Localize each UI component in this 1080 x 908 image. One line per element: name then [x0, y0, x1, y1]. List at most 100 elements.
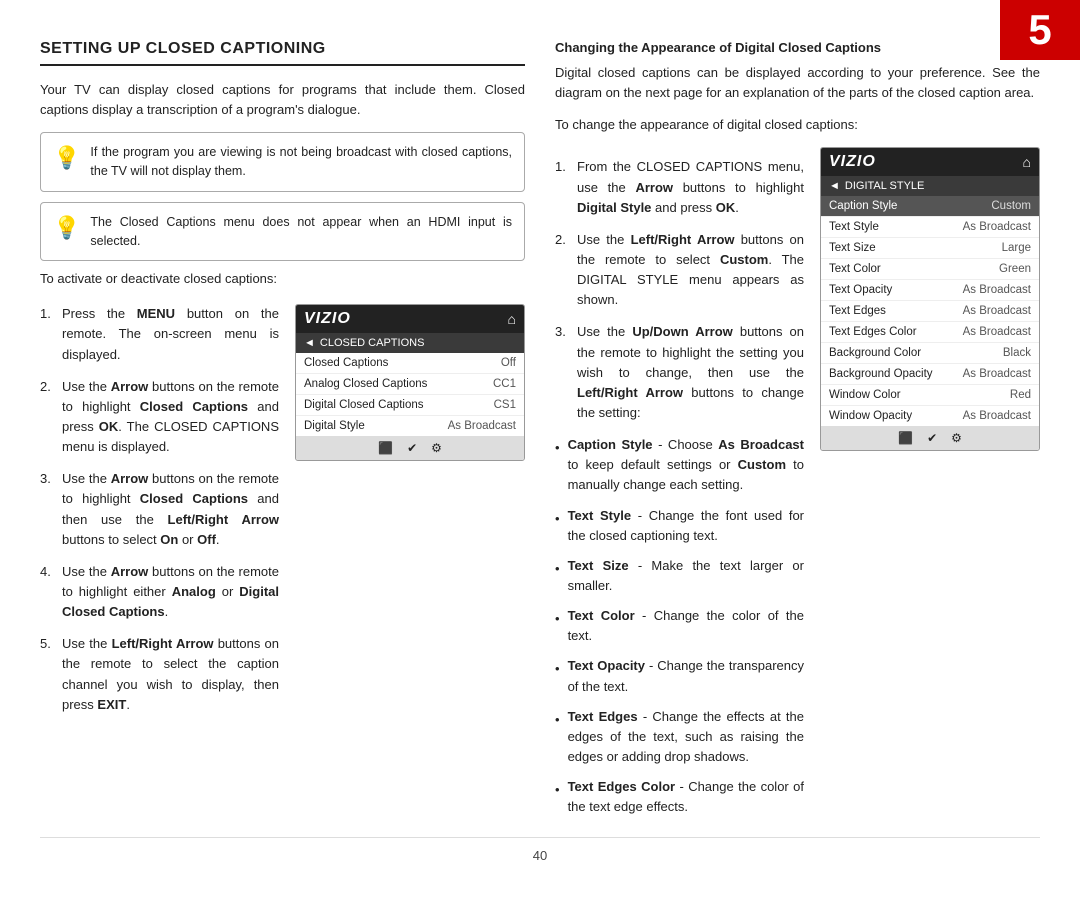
footer-page-number: 40 [533, 848, 547, 863]
lightbulb-icon: 💡 [53, 145, 80, 171]
bullet-dot: • [555, 710, 560, 767]
menu-row-value: Green [999, 263, 1031, 275]
step-number: 5. [40, 634, 54, 715]
menu-row-value: Black [1003, 347, 1031, 359]
menu-row: Caption Style Custom [821, 196, 1039, 217]
menu-row-label: Text Edges [829, 305, 886, 317]
step-text: Use the Left/Right Arrow buttons on the … [577, 230, 804, 311]
menu-footer-right: ⬛ ✔ ⚙ [821, 426, 1039, 450]
menu-row-value: Custom [991, 200, 1031, 212]
menu-row: Window Color Red [821, 385, 1039, 406]
menu-row-value: As Broadcast [963, 305, 1031, 317]
menu-row: Window Opacity As Broadcast [821, 406, 1039, 426]
menu-row: Text Edges Color As Broadcast [821, 322, 1039, 343]
menu-row-label: Window Color [829, 389, 901, 401]
footer-icon-2: ✔ [407, 441, 417, 455]
digital-nav-arrow: ◄ [829, 180, 840, 192]
menu-row-value: As Broadcast [963, 410, 1031, 422]
right-steps-ol: 1.From the CLOSED CAPTIONS menu, use the… [555, 157, 804, 423]
menu-row-label: Digital Style [304, 420, 365, 432]
digital-intro2: To change the appearance of digital clos… [555, 115, 1040, 135]
bullet-dot: • [555, 609, 560, 646]
list-item: 2.Use the Arrow buttons on the remote to… [40, 377, 279, 458]
left-menu-container: VIZIO ⌂ ◄ CLOSED CAPTIONS Closed Caption… [295, 294, 525, 471]
digital-vizio-logo: VIZIO [829, 153, 876, 171]
step-number: 2. [40, 377, 54, 458]
list-item: 4.Use the Arrow buttons on the remote to… [40, 562, 279, 622]
list-item: •Caption Style - Choose As Broadcast to … [555, 435, 804, 495]
menu-row-value: Red [1010, 389, 1031, 401]
tip-box-2: 💡 The Closed Captions menu does not appe… [40, 202, 525, 262]
closed-captions-menu: VIZIO ⌂ ◄ CLOSED CAPTIONS Closed Caption… [295, 304, 525, 461]
menu-row-label: Closed Captions [304, 357, 388, 369]
list-item: •Text Edges Color - Change the color of … [555, 777, 804, 817]
menu-row-label: Digital Closed Captions [304, 399, 424, 411]
bullet-text: Text Edges - Change the effects at the e… [568, 707, 804, 767]
list-item: •Text Style - Change the font used for t… [555, 506, 804, 546]
menu-row-value: Large [1002, 242, 1031, 254]
menu-row: Background Color Black [821, 343, 1039, 364]
menu-row-value: As Broadcast [963, 284, 1031, 296]
left-menu-rows: Closed Captions Off Analog Closed Captions… [296, 353, 524, 436]
activate-heading: To activate or deactivate closed caption… [40, 271, 525, 286]
step-number: 2. [555, 230, 569, 311]
menu-row: Closed Captions Off [296, 353, 524, 374]
tip-text-1: If the program you are viewing is not be… [90, 143, 512, 181]
menu-nav-label: CLOSED CAPTIONS [320, 337, 425, 349]
step-text: Use the Left/Right Arrow buttons on the … [62, 634, 279, 715]
left-column: SETTING UP CLOSED CAPTIONING Your TV can… [40, 40, 525, 827]
menu-row: Text Color Green [821, 259, 1039, 280]
bullet-text: Text Size - Make the text larger or smal… [568, 556, 804, 596]
right-steps-list: 1.From the CLOSED CAPTIONS menu, use the… [555, 147, 804, 827]
digital-nav-label: DIGITAL STYLE [845, 180, 924, 192]
menu-row-value: As Broadcast [448, 420, 516, 432]
menu-footer-left: ⬛ ✔ ⚙ [296, 436, 524, 460]
menu-row: Background OpacityAs Broadcast [821, 364, 1039, 385]
menu-row-label: Text Style [829, 221, 879, 233]
list-item: •Text Opacity - Change the transparency … [555, 656, 804, 696]
step-number: 1. [555, 157, 569, 217]
right-bullets: •Caption Style - Choose As Broadcast to … [555, 435, 804, 817]
step-text: Use the Arrow buttons on the remote to h… [62, 377, 279, 458]
left-steps-list: 1.Press the MENU button on the remote. T… [40, 294, 279, 727]
menu-row-label: Background Opacity [829, 368, 933, 380]
tip-text-2: The Closed Captions menu does not appear… [90, 213, 512, 251]
step-number: 1. [40, 304, 54, 364]
menu-row-label: Caption Style [829, 200, 897, 212]
home-icon: ⌂ [508, 311, 516, 327]
digital-style-menu: VIZIO ⌂ ◄ DIGITAL STYLE Caption Style Cus… [820, 147, 1040, 451]
menu-row: Digital Style As Broadcast [296, 416, 524, 436]
menu-row-label: Window Opacity [829, 410, 912, 422]
bullet-dot: • [555, 559, 560, 596]
menu-row-label: Text Edges Color [829, 326, 917, 338]
lightbulb-icon-2: 💡 [53, 215, 80, 241]
right-menu-container: VIZIO ⌂ ◄ DIGITAL STYLE Caption Style Cus… [820, 147, 1040, 461]
footer-icon-3: ⚙ [431, 441, 442, 455]
menu-header: VIZIO ⌂ [296, 305, 524, 333]
page-number: 5 [1028, 6, 1051, 54]
menu-row: Text OpacityAs Broadcast [821, 280, 1039, 301]
step-text: Press the MENU button on the remote. The… [62, 304, 279, 364]
right-column: Changing the Appearance of Digital Close… [555, 40, 1040, 827]
menu-row-label: Background Color [829, 347, 921, 359]
bullet-text: Text Style - Change the font used for th… [568, 506, 804, 546]
tip-box-1: 💡 If the program you are viewing is not … [40, 132, 525, 192]
bullet-text: Text Edges Color - Change the color of t… [568, 777, 804, 817]
menu-row-value: As Broadcast [963, 221, 1031, 233]
bullet-dot: • [555, 780, 560, 817]
list-item: •Text Size - Make the text larger or sma… [555, 556, 804, 596]
menu-row-label: Analog Closed Captions [304, 378, 427, 390]
digital-intro1: Digital closed captions can be displayed… [555, 63, 1040, 103]
menu-row-value: CC1 [493, 378, 516, 390]
bullet-dot: • [555, 438, 560, 495]
footer-icon-1: ⬛ [378, 441, 393, 455]
list-item: 3.Use the Up/Down Arrow buttons on the r… [555, 322, 804, 423]
menu-row-value: Off [501, 357, 516, 369]
bullet-text: Text Color - Change the color of the tex… [568, 606, 804, 646]
list-item: 1.From the CLOSED CAPTIONS menu, use the… [555, 157, 804, 217]
menu-row-label: Text Color [829, 263, 881, 275]
step-text: From the CLOSED CAPTIONS menu, use the A… [577, 157, 804, 217]
menu-row: Text SizeLarge [821, 238, 1039, 259]
digital-menu-header: VIZIO ⌂ [821, 148, 1039, 176]
menu-row-value: As Broadcast [963, 326, 1031, 338]
